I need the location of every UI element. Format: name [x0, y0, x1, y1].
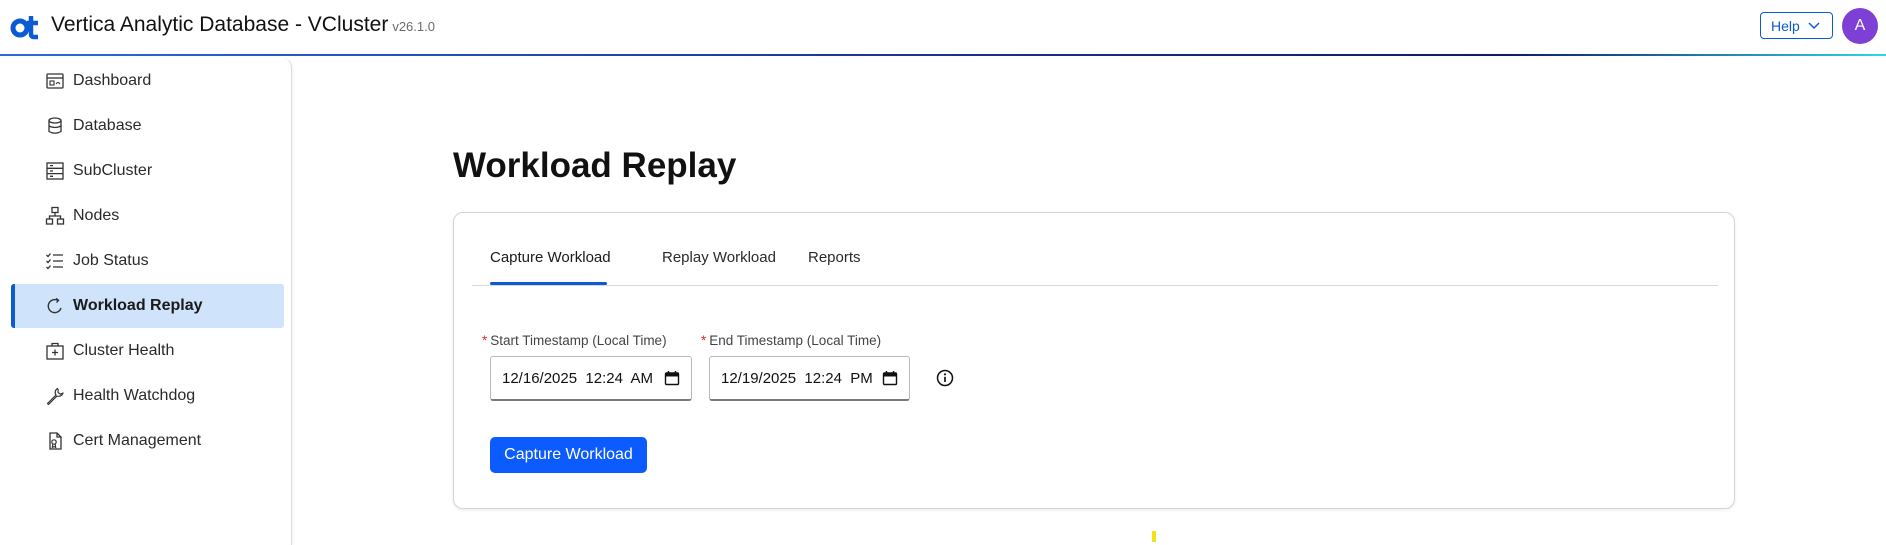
sidebar-item-health-watchdog[interactable]: Health Watchdog	[11, 374, 284, 418]
chevron-down-icon	[1808, 21, 1820, 29]
sidebar-item-label: Job Status	[73, 252, 149, 269]
ot-logo-icon[interactable]	[10, 12, 40, 40]
required-asterisk: *	[482, 333, 488, 348]
sidebar-item-cluster-health[interactable]: Cluster Health	[11, 329, 284, 373]
sidebar-item-label: Nodes	[73, 207, 120, 224]
sidebar-item-label: Database	[73, 117, 142, 134]
medical-kit-icon	[46, 342, 64, 360]
nodes-icon	[45, 206, 65, 225]
tab-reports[interactable]: Reports	[808, 249, 861, 266]
yellow-marker	[1152, 531, 1156, 542]
start-timestamp-label: * Start Timestamp (Local Time)	[482, 333, 667, 348]
app-title-text: Vertica Analytic Database - VCluster	[51, 13, 389, 36]
start-timestamp-value: 12/16/2025 12:24 AM	[502, 369, 653, 387]
calendar-icon[interactable]	[664, 370, 680, 386]
sidebar-item-label: SubCluster	[73, 162, 153, 179]
app-version: v26.1.0	[392, 19, 435, 34]
replay-icon	[47, 297, 62, 314]
sidebar-item-label: Cert Management	[73, 432, 202, 449]
sidebar-item-label: Workload Replay	[73, 297, 203, 314]
sidebar-item-label: Dashboard	[73, 72, 152, 89]
sidebar-item-job-status[interactable]: Job Status	[11, 239, 284, 283]
end-timestamp-input[interactable]: 12/19/2025 12:24 PM	[709, 356, 910, 401]
workload-replay-card: Capture Workload Replay Workload Reports…	[453, 212, 1735, 509]
sidebar-item-database[interactable]: Database	[11, 104, 284, 148]
active-tab-indicator	[490, 282, 607, 285]
sidebar-item-subcluster[interactable]: SubCluster	[11, 149, 284, 193]
app-title: Vertica Analytic Database - VCluster v26.…	[51, 13, 435, 37]
page-title: Workload Replay	[453, 146, 737, 185]
calendar-icon[interactable]	[882, 370, 898, 386]
sidebar-item-nodes[interactable]: Nodes	[11, 194, 284, 238]
tab-bar: Capture Workload Replay Workload Reports	[472, 213, 1718, 286]
help-dropdown-button[interactable]: Help	[1760, 12, 1833, 39]
sidebar-item-workload-replay[interactable]: Workload Replay	[11, 284, 284, 328]
capture-workload-button[interactable]: Capture Workload	[490, 437, 647, 473]
start-timestamp-label-text: Start Timestamp (Local Time)	[490, 333, 667, 348]
checklist-icon	[46, 253, 63, 270]
required-asterisk: *	[701, 333, 707, 348]
certificate-icon	[49, 432, 62, 450]
sidebar-item-dashboard[interactable]: Dashboard	[11, 59, 284, 103]
end-timestamp-label-text: End Timestamp (Local Time)	[709, 333, 882, 348]
dashboard-icon	[46, 73, 64, 89]
tab-capture-workload[interactable]: Capture Workload	[490, 249, 611, 266]
tab-replay-workload[interactable]: Replay Workload	[662, 249, 776, 266]
user-avatar[interactable]: A	[1842, 8, 1878, 44]
database-icon	[48, 117, 62, 134]
sidebar-item-label: Cluster Health	[73, 342, 175, 359]
start-timestamp-input[interactable]: 12/16/2025 12:24 AM	[490, 356, 692, 401]
end-timestamp-label: * End Timestamp (Local Time)	[701, 333, 881, 348]
sidebar: Dashboard Database SubCluster Nodes Job …	[0, 58, 292, 545]
sidebar-item-label: Health Watchdog	[73, 387, 196, 404]
header-divider	[0, 54, 1886, 56]
wrench-icon	[46, 387, 64, 406]
subcluster-icon	[46, 162, 64, 180]
info-icon[interactable]	[936, 369, 954, 387]
top-header: Vertica Analytic Database - VCluster v26.…	[0, 0, 1886, 56]
help-label: Help	[1771, 17, 1800, 34]
end-timestamp-value: 12/19/2025 12:24 PM	[721, 369, 873, 387]
sidebar-item-cert-management[interactable]: Cert Management	[11, 419, 284, 463]
